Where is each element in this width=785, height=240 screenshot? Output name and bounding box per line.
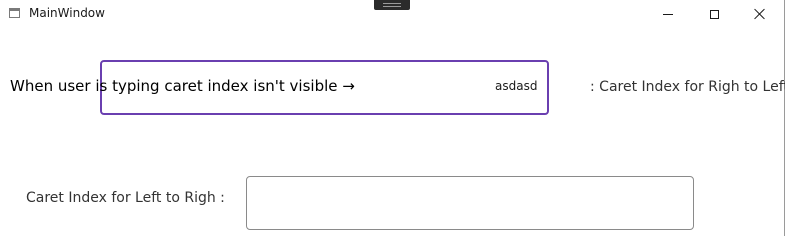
close-icon [754, 8, 766, 20]
maximize-button[interactable] [691, 0, 737, 28]
ltr-caret-label: Caret Index for Left to Righ : [26, 190, 225, 206]
minimize-icon [663, 13, 673, 15]
window-title: MainWindow [29, 6, 105, 20]
window-app-icon[interactable] [9, 8, 20, 18]
ltr-caret-textbox[interactable] [246, 176, 694, 230]
rtl-caret-label: : Caret Index for Righ to Left [590, 79, 785, 95]
minimize-button[interactable] [645, 0, 691, 28]
close-button[interactable] [737, 0, 783, 28]
drag-grip-handle[interactable] [374, 0, 410, 10]
rtl-textbox-value: asdasd [495, 79, 538, 93]
maximize-icon [709, 9, 719, 19]
annotation-text: When user is typing caret index isn't vi… [10, 77, 355, 95]
title-bar[interactable]: MainWindow [0, 0, 784, 28]
main-window: MainWindow asdasd When user is typing ca… [0, 0, 785, 236]
